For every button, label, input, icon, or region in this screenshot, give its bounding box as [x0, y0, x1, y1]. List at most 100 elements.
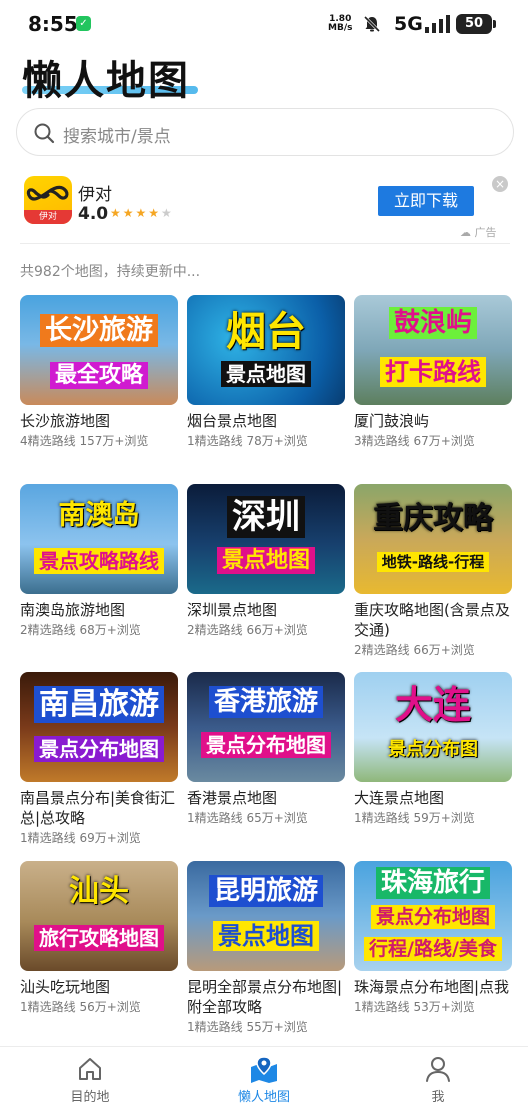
map-card-stats: 1精选路线 65万+浏览: [187, 811, 308, 825]
map-card[interactable]: 大连景点分布图大连景点地图 1精选路线 59万+浏览: [354, 672, 512, 826]
thumbnail-caption: 南昌旅游: [20, 686, 178, 723]
map-card-stats: 3精选路线 67万+浏览: [354, 434, 475, 448]
map-card-title: 南澳岛旅游地图: [20, 601, 126, 619]
thumbnail-caption: 旅行攻略地图: [20, 925, 178, 951]
map-card[interactable]: 深圳 景点地图 深圳景点地图 2精选路线 66万+浏览: [187, 484, 345, 638]
thumbnail-caption: 重庆攻略: [373, 501, 493, 536]
nav-destination[interactable]: 目的地: [30, 1055, 150, 1105]
map-card-thumbnail[interactable]: 昆明旅游 景点地图: [187, 861, 345, 971]
thumbnail-caption: 打卡路线: [354, 357, 512, 387]
map-card-title: 珠海景点分布地图|点我: [354, 978, 510, 996]
map-card-title: 厦门鼓浪屿: [354, 412, 430, 430]
map-card[interactable]: 烟台 景点地图 烟台景点地图 1精选路线 78万+浏览: [187, 295, 345, 449]
mute-bell-icon: [363, 15, 381, 33]
map-card[interactable]: 昆明旅游景点地图昆明全部景点分布地图|附全部攻略 1精选路线 55万+浏览: [187, 861, 345, 1035]
ad-banner[interactable]: 伊对 伊对 4.0 ★★★★★ 立即下载 × ☁ 广告: [20, 168, 510, 240]
thumbnail-caption: 汕头: [69, 874, 129, 909]
ad-icon-label: 伊对: [24, 210, 72, 224]
map-card-stats: 1精选路线 56万+浏览: [20, 1000, 141, 1014]
map-card-thumbnail[interactable]: 香港旅游 景点分布地图: [187, 672, 345, 782]
map-card-stats: 1精选路线 78万+浏览: [187, 434, 308, 448]
map-card-thumbnail[interactable]: 大连 景点分布图: [354, 672, 512, 782]
thumbnail-caption: 景点分布地图: [20, 736, 178, 762]
thumbnail-caption: 地铁-路线-行程: [354, 552, 512, 572]
thumbnail-caption: 景点攻略路线: [20, 548, 178, 574]
map-card[interactable]: 长沙旅游最全攻略长沙旅游地图 4精选路线 157万+浏览: [20, 295, 178, 449]
nav-destination-label: 目的地: [70, 1090, 110, 1105]
map-pin-icon: [251, 1056, 277, 1083]
thumbnail-caption: 景点地图: [187, 361, 345, 387]
map-card-stats: 2精选路线 68万+浏览: [20, 623, 141, 637]
map-card-thumbnail[interactable]: 南昌旅游景点分布地图: [20, 672, 178, 782]
thumbnail-caption: 珠海旅行: [354, 867, 512, 899]
map-card-title: 香港景点地图: [187, 789, 278, 807]
map-card-title: 重庆攻略地图(含景点及交通): [354, 601, 510, 639]
thumbnail-caption: 景点地图: [187, 547, 345, 574]
thumbnail-caption: 香港旅游: [187, 686, 345, 718]
map-card-thumbnail[interactable]: 汕头 旅行攻略地图: [20, 861, 178, 971]
nav-me[interactable]: 我: [378, 1055, 498, 1105]
thumbnail-caption: 昆明旅游: [187, 875, 345, 907]
thumbnail-caption: 大连: [394, 683, 471, 727]
page-title: 懒人地图: [22, 58, 190, 104]
map-card-title: 昆明全部景点分布地图|附全部攻略: [187, 978, 343, 1016]
thumbnail-caption: 最全攻略: [20, 362, 178, 389]
map-card-stats: 1精选路线 59万+浏览: [354, 811, 475, 825]
map-card-thumbnail[interactable]: 重庆攻略地铁-路线-行程: [354, 484, 512, 594]
bottom-nav: 目的地 懒人地图 我: [0, 1046, 528, 1110]
thumbnail-caption: 景点分布图: [388, 739, 478, 760]
person-icon: [426, 1057, 450, 1082]
map-card-title: 大连景点地图: [354, 789, 445, 807]
map-card-thumbnail[interactable]: 鼓浪屿 打卡路线: [354, 295, 512, 405]
thumbnail-caption: 景点地图: [187, 921, 345, 951]
map-card-stats: 2精选路线 66万+浏览: [187, 623, 308, 637]
nav-lazy-map-label: 懒人地图: [237, 1090, 290, 1105]
thumbnail-caption: 鼓浪屿: [354, 307, 512, 339]
app-notification-icon: ✓: [76, 16, 91, 31]
map-card-stats: 1精选路线 69万+浏览: [20, 831, 141, 845]
ad-download-button[interactable]: 立即下载: [378, 186, 474, 216]
thumbnail-caption: 景点分布地图: [354, 905, 512, 929]
ad-close-icon[interactable]: ×: [492, 176, 508, 192]
map-card-thumbnail[interactable]: 烟台 景点地图: [187, 295, 345, 405]
map-card[interactable]: 珠海旅行景点分布地图 行程/路线/美食珠海景点分布地图|点我 1精选路线 53万+浏…: [354, 861, 512, 1015]
home-icon: [79, 1058, 101, 1080]
map-card[interactable]: 香港旅游 景点分布地图香港景点地图 1精选路线 65万+浏览: [187, 672, 345, 826]
thumbnail-caption: 南澳岛: [58, 500, 140, 531]
thumbnail-caption: 长沙旅游: [20, 314, 178, 347]
map-card-stats: 1精选路线 53万+浏览: [354, 1000, 475, 1014]
map-card[interactable]: 南昌旅游景点分布地图南昌景点分布|美食街汇总|总攻略 1精选路线 69万+浏览: [20, 672, 178, 846]
ad-stars: ★★★★★: [110, 206, 174, 220]
ad-app-icon[interactable]: 伊对: [24, 176, 72, 224]
network-type: 5G: [394, 13, 423, 35]
nav-lazy-map[interactable]: 懒人地图: [204, 1055, 324, 1105]
map-card-thumbnail[interactable]: 珠海旅行景点分布地图 行程/路线/美食: [354, 861, 512, 971]
divider: [20, 243, 510, 244]
infinity-heart-icon: [26, 185, 69, 201]
ad-label: ☁ 广告: [460, 226, 497, 239]
search-placeholder: 搜索城市/景点: [63, 127, 171, 147]
map-card-title: 深圳景点地图: [187, 601, 278, 619]
map-card-stats: 4精选路线 157万+浏览: [20, 434, 149, 448]
map-card[interactable]: 重庆攻略地铁-路线-行程重庆攻略地图(含景点及交通) 2精选路线 66万+浏览: [354, 484, 512, 658]
map-card-thumbnail[interactable]: 长沙旅游 最全攻略: [20, 295, 178, 405]
map-card-title: 烟台景点地图: [187, 412, 278, 430]
map-card[interactable]: 鼓浪屿打卡路线厦门鼓浪屿 3精选路线 67万+浏览: [354, 295, 512, 449]
map-card[interactable]: 汕头 旅行攻略地图 汕头吃玩地图 1精选路线 56万+浏览: [20, 861, 178, 1015]
map-count-text: 共982个地图，持续更新中...: [20, 264, 201, 280]
search-icon: [34, 123, 55, 144]
search-input[interactable]: 搜索城市/景点: [16, 108, 514, 156]
nav-me-label: 我: [431, 1090, 445, 1105]
map-card-title: 长沙旅游地图: [20, 412, 111, 430]
map-card-thumbnail[interactable]: 南澳岛 景点攻略路线: [20, 484, 178, 594]
map-card-stats: 2精选路线 66万+浏览: [354, 643, 475, 657]
map-card-title: 南昌景点分布|美食街汇总|总攻略: [20, 789, 176, 827]
thumbnail-caption: 行程/路线/美食: [354, 937, 512, 961]
ad-app-name: 伊对: [78, 185, 112, 205]
thumbnail-caption: 深圳: [187, 496, 345, 538]
map-card[interactable]: 南澳岛景点攻略路线南澳岛旅游地图 2精选路线 68万+浏览: [20, 484, 178, 638]
status-bar: 8:55 ✓ 1.80 MB/s 5G 50: [0, 0, 528, 50]
map-card-stats: 1精选路线 55万+浏览: [187, 1020, 308, 1034]
ad-rating: 4.0: [78, 204, 109, 224]
map-card-thumbnail[interactable]: 深圳 景点地图: [187, 484, 345, 594]
